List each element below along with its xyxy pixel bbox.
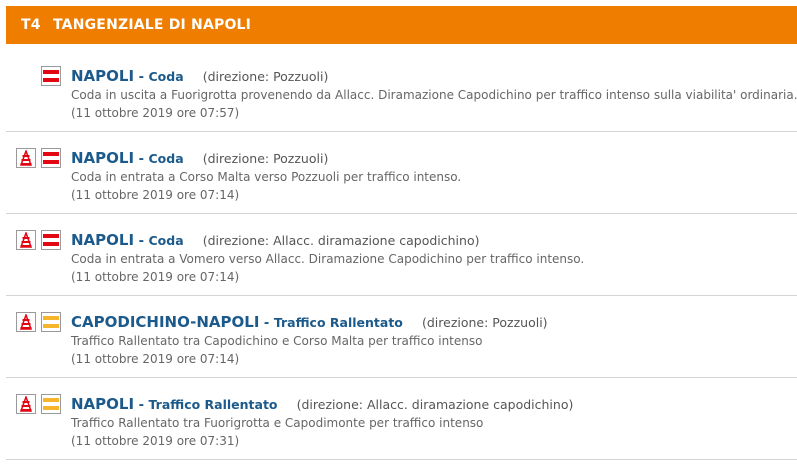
event-separator: - (134, 152, 149, 167)
event-description: Coda in entrata a Vomero verso Allacc. D… (71, 252, 585, 266)
event-road: NAPOLI (71, 395, 135, 413)
event-separator: - (134, 70, 149, 85)
rallentato-icon (41, 394, 61, 414)
event-direction: (direzione: Allacc. diramazione capodich… (202, 233, 480, 248)
event-type: Coda (148, 69, 184, 84)
traffic-event-list: NAPOLI - Coda (direzione: Pozzuoli) Coda… (6, 50, 797, 460)
event-road: NAPOLI (71, 67, 135, 85)
event-direction: (direzione: Pozzuoli) (421, 315, 548, 330)
ingresso-icon (16, 148, 36, 168)
traffic-event-item: NAPOLI - Traffico Rallentato (direzione:… (6, 378, 797, 460)
event-timestamp: (11 ottobre 2019 ore 07:14) (71, 270, 240, 284)
event-separator: - (259, 316, 274, 331)
road-title: TANGENZIALE DI NAPOLI (53, 17, 252, 33)
event-separator: - (134, 234, 149, 249)
event-timestamp: (11 ottobre 2019 ore 07:14) (71, 188, 240, 202)
event-road: NAPOLI (71, 149, 135, 167)
rallentato-icon (41, 312, 61, 332)
event-description: Traffico Rallentato tra Capodichino e Co… (71, 334, 483, 348)
coda-icon (41, 66, 61, 86)
traffic-event-item: NAPOLI - Coda (direzione: Pozzuoli) Coda… (6, 50, 797, 132)
event-direction: (direzione: Allacc. diramazione capodich… (296, 397, 574, 412)
road-code: T4 (21, 17, 41, 33)
event-road: NAPOLI (71, 231, 135, 249)
coda-icon (41, 148, 61, 168)
event-separator: - (134, 398, 149, 413)
traffic-event-item: CAPODICHINO-NAPOLI - Traffico Rallentato… (6, 296, 797, 378)
event-timestamp: (11 ottobre 2019 ore 07:31) (71, 434, 240, 448)
event-description: Coda in uscita a Fuorigrotta provenendo … (71, 88, 797, 102)
event-timestamp: (11 ottobre 2019 ore 07:57) (71, 106, 240, 120)
event-direction: (direzione: Pozzuoli) (202, 69, 329, 84)
event-description: Coda in entrata a Corso Malta verso Pozz… (71, 170, 462, 184)
event-timestamp: (11 ottobre 2019 ore 07:14) (71, 352, 240, 366)
event-type: Traffico Rallentato (273, 315, 403, 330)
ingresso-icon (16, 230, 36, 250)
traffic-event-item: NAPOLI - Coda (direzione: Pozzuoli) Coda… (6, 132, 797, 214)
road-header: T4 TANGENZIALE DI NAPOLI (6, 6, 797, 44)
ingresso-icon (16, 312, 36, 332)
event-description: Traffico Rallentato tra Fuorigrotta e Ca… (71, 416, 484, 430)
event-type: Traffico Rallentato (148, 397, 278, 412)
traffic-event-item: NAPOLI - Coda (direzione: Allacc. dirama… (6, 214, 797, 296)
event-type: Coda (148, 151, 184, 166)
event-direction: (direzione: Pozzuoli) (202, 151, 329, 166)
event-type: Coda (148, 233, 184, 248)
ingresso-icon (16, 394, 36, 414)
event-road: CAPODICHINO-NAPOLI (71, 313, 260, 331)
coda-icon (41, 230, 61, 250)
